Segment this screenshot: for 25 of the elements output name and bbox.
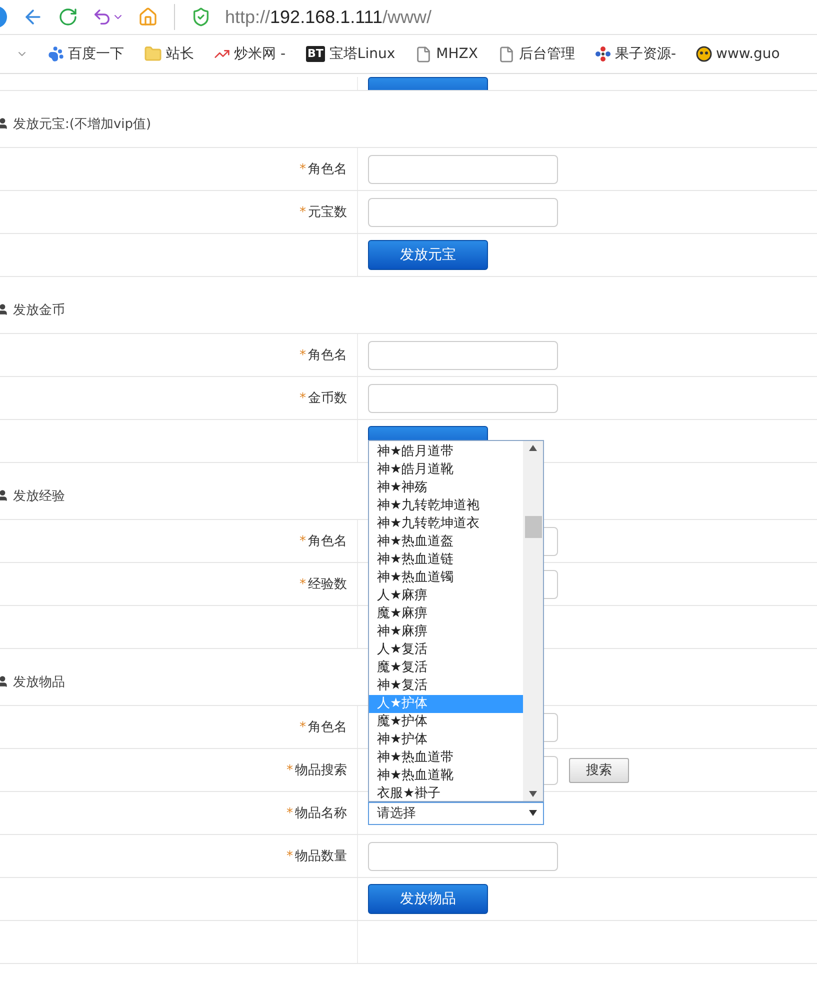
- field-label: 角色名: [308, 347, 347, 364]
- section-title: 发放元宝:(不增加vip值): [13, 117, 152, 133]
- logo-icon: BT: [306, 46, 326, 62]
- field-label: 经验数: [308, 576, 347, 593]
- field-label: 物品数量: [295, 848, 347, 865]
- required-mark: *: [300, 390, 306, 406]
- required-mark: *: [286, 806, 293, 820]
- section-title: 发放金币: [13, 303, 65, 319]
- required-mark: *: [300, 576, 306, 592]
- required-mark: *: [300, 162, 306, 176]
- required-mark: *: [300, 534, 306, 548]
- required-mark: *: [300, 348, 306, 362]
- required-mark: *: [286, 848, 293, 864]
- required-mark: *: [300, 204, 306, 220]
- section-title: 发放经验: [13, 489, 65, 505]
- field-label: 角色名: [308, 533, 347, 550]
- field-label: 角色名: [308, 719, 347, 736]
- section-title: 发放物品: [13, 675, 65, 691]
- field-label: 金币数: [308, 390, 347, 407]
- field-label: 元宝数: [308, 204, 347, 221]
- field-label: 物品搜索: [295, 762, 347, 779]
- field-label: 物品名称: [295, 805, 347, 822]
- required-mark: *: [300, 720, 306, 734]
- required-mark: *: [286, 762, 293, 778]
- field-label: 角色名: [308, 161, 347, 178]
